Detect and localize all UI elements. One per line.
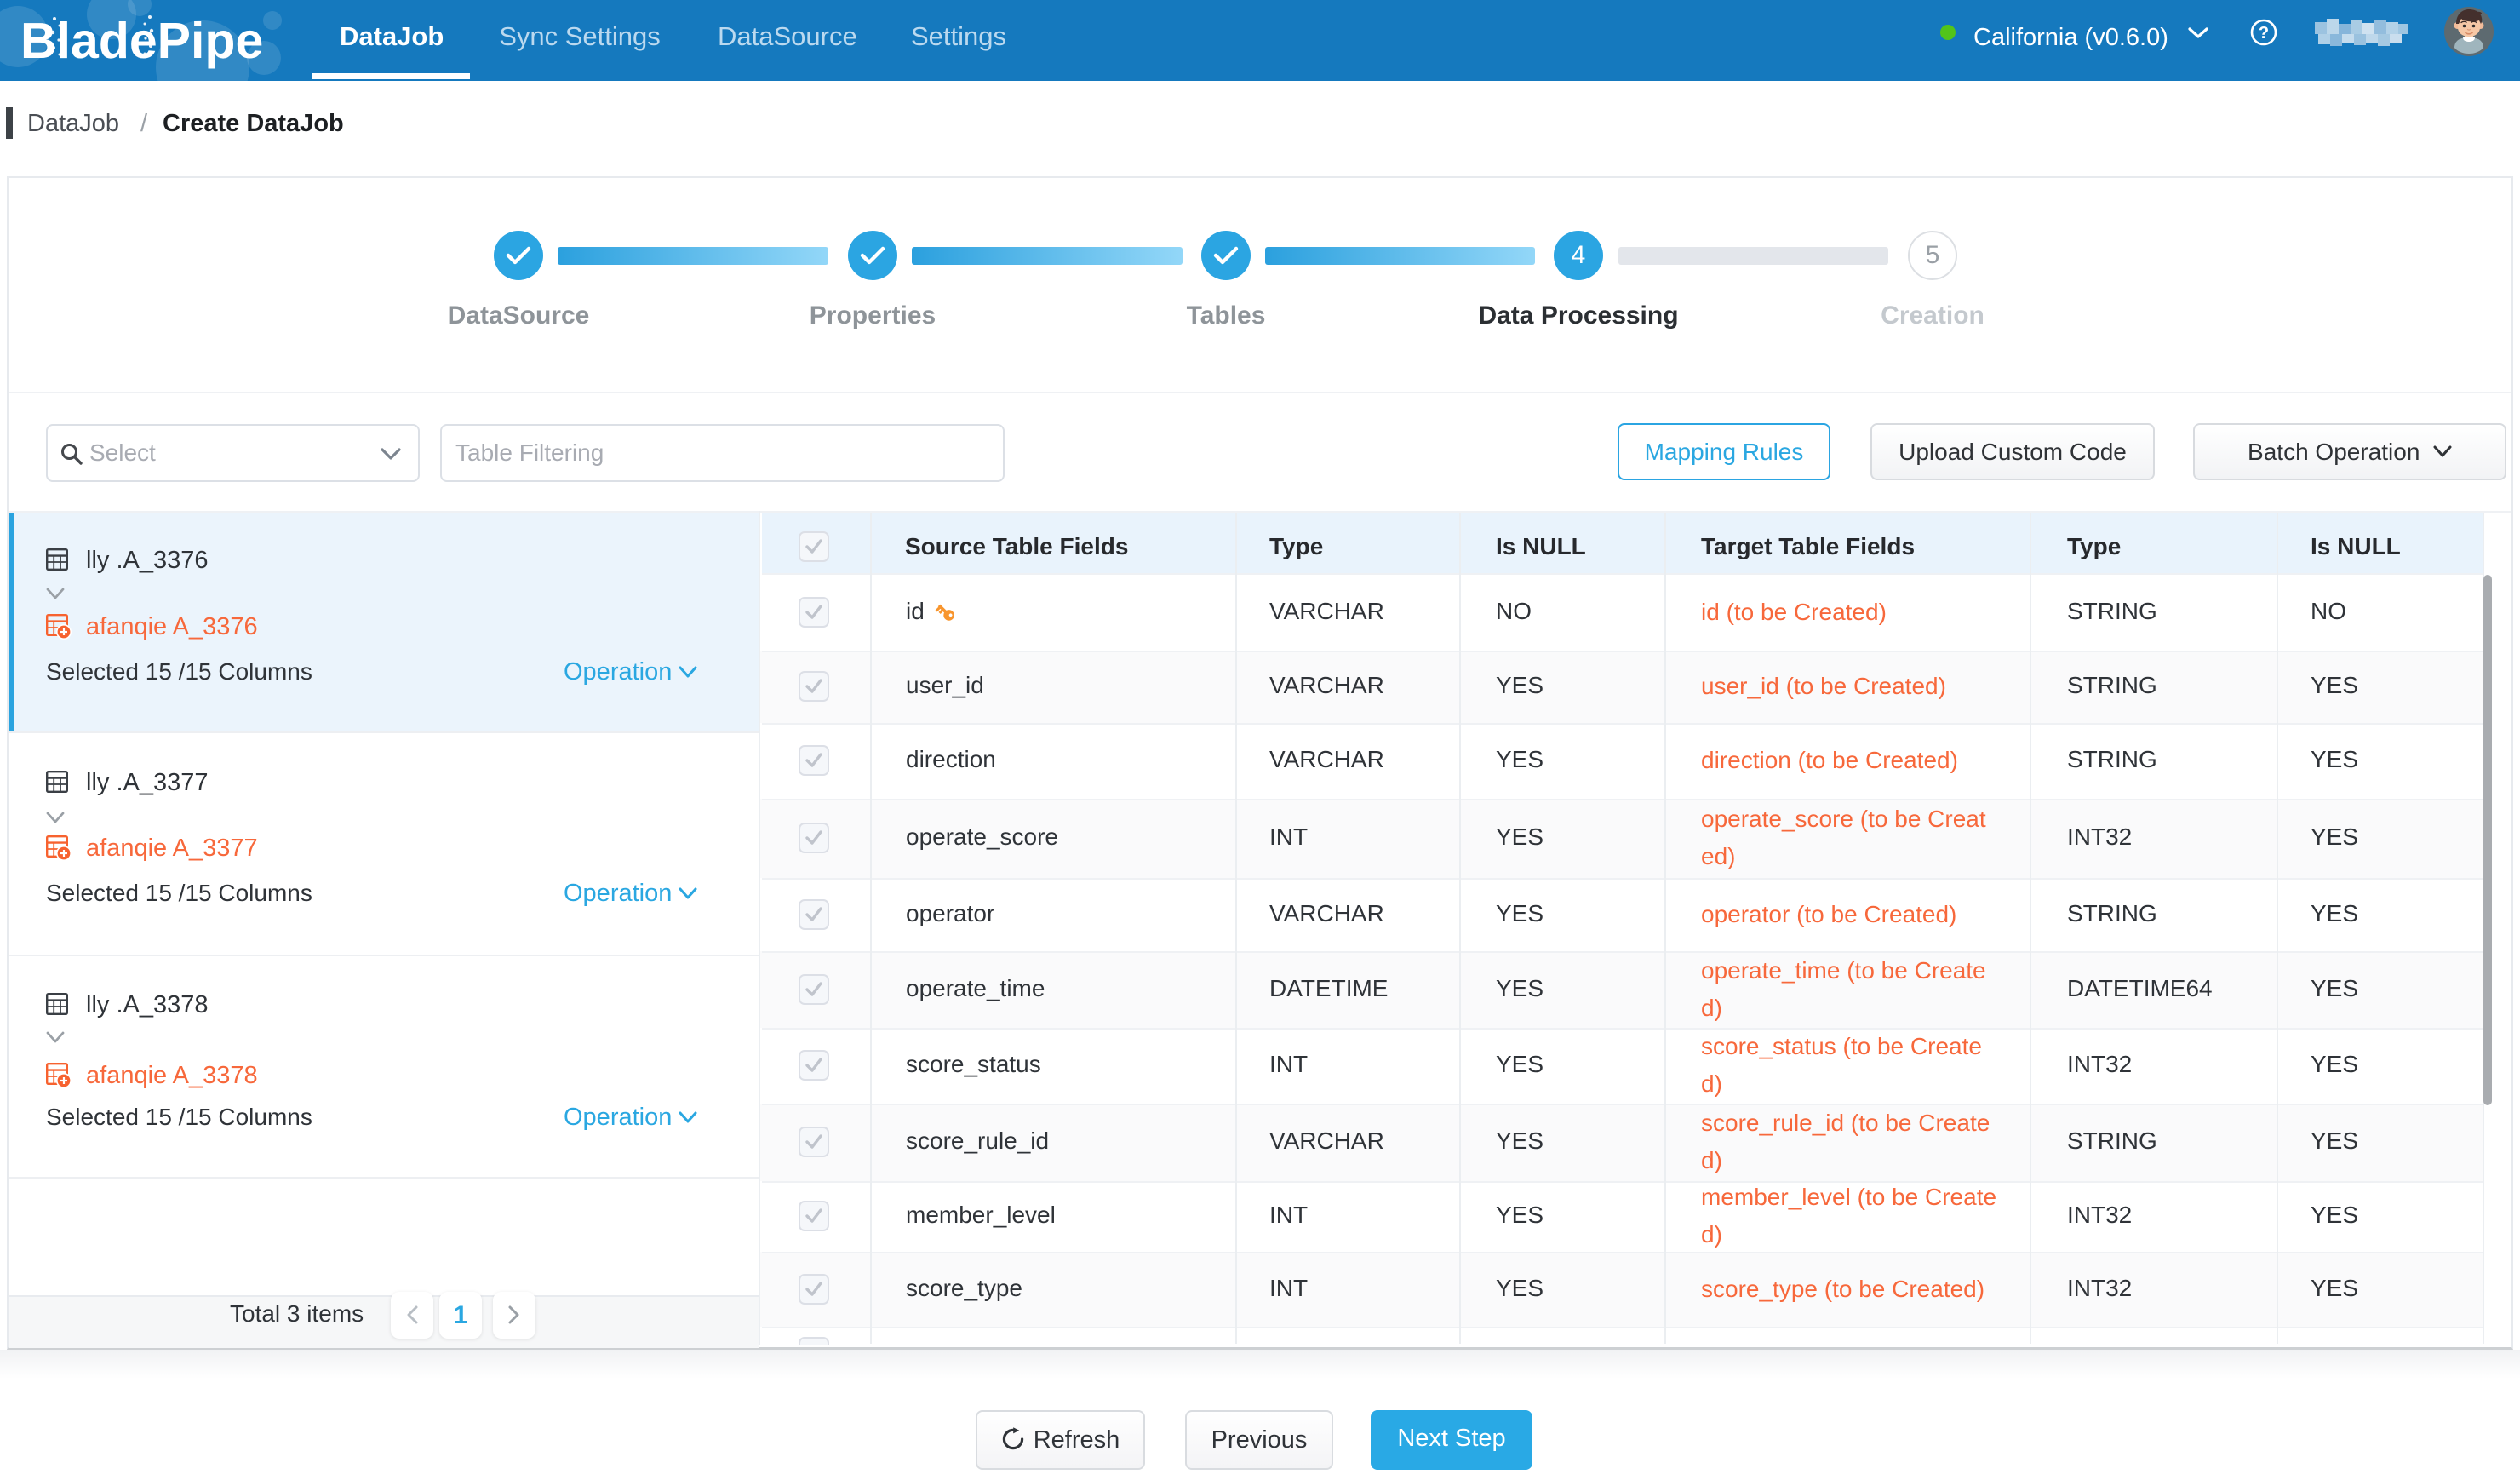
svg-text:?: ? [2259, 24, 2269, 43]
